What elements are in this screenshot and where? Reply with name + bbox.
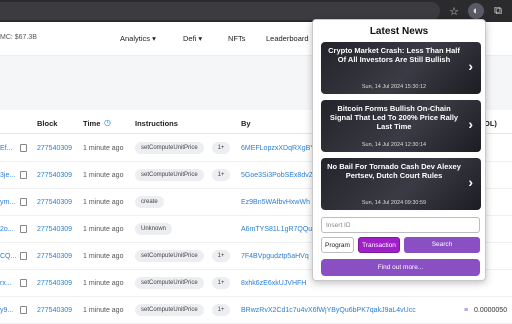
address-bar[interactable] <box>0 2 440 20</box>
instruction-badge: setComputeUnitPrice <box>135 169 204 181</box>
nav-defi[interactable]: Defi ▾ <box>183 34 202 43</box>
news-date: Sun, 14 Jul 2024 12:30:14 <box>361 142 427 148</box>
copy-icon[interactable] <box>20 171 27 179</box>
more-instructions-badge[interactable]: 1+ <box>212 169 230 181</box>
signer-link[interactable]: 5Goe3Si3PobSEx8dvZ <box>241 172 313 179</box>
signature-link[interactable]: rx... <box>0 280 12 287</box>
signer-link[interactable]: 8xhk6zE6xkUJVHFH <box>241 280 306 287</box>
signature-link[interactable]: 3je... <box>0 172 15 179</box>
search-button[interactable]: Search <box>404 237 480 253</box>
copy-icon[interactable] <box>20 306 27 314</box>
block-link[interactable]: 277540309 <box>37 172 72 179</box>
program-button[interactable]: Program <box>321 237 354 253</box>
instruction-badge: setComputeUnitPrice <box>135 277 204 289</box>
chevron-right-icon: › <box>468 174 473 190</box>
news-title: No Bail For Tornado Cash Dev Alexey Pert… <box>327 162 461 180</box>
time-ago: 1 minute ago <box>83 172 124 179</box>
chevron-right-icon: › <box>468 58 473 74</box>
market-cap: MC: $67.3B <box>0 34 37 41</box>
instruction-badge: setComputeUnitPrice <box>135 250 204 262</box>
news-card[interactable]: Bitcoin Forms Bullish On-Chain Signal Th… <box>321 100 481 152</box>
popup-title: Latest News <box>369 26 429 37</box>
signer-link[interactable]: 7F4BVpgudztp5aHVq <box>241 253 309 260</box>
copy-icon[interactable] <box>20 144 27 152</box>
more-instructions-badge[interactable]: 1+ <box>212 304 230 316</box>
signer-link[interactable]: 6MEFLopzxXDqRXgBY <box>241 145 315 152</box>
time-ago: 1 minute ago <box>83 226 124 233</box>
news-title: Crypto Market Crash: Less Than Half Of A… <box>328 46 460 64</box>
news-title: Bitcoin Forms Bullish On-Chain Signal Th… <box>329 104 459 131</box>
more-instructions-badge[interactable]: 1+ <box>212 250 230 262</box>
instruction-badge: create <box>135 196 164 208</box>
copy-icon[interactable] <box>20 252 27 260</box>
block-link[interactable]: 277540309 <box>37 253 72 260</box>
find-out-more-button[interactable]: Find out more... <box>321 259 480 276</box>
news-popup: Latest News Crypto Market Crash: Less Th… <box>312 19 486 281</box>
signer-link[interactable]: Ez9Bn5WAfbvHxwWh <box>241 199 310 206</box>
news-card[interactable]: No Bail For Tornado Cash Dev Alexey Pert… <box>321 158 481 210</box>
block-link[interactable]: 277540309 <box>37 145 72 152</box>
copy-icon[interactable] <box>20 225 27 233</box>
block-link[interactable]: 277540309 <box>37 280 72 287</box>
instruction-badge: setComputeUnitPrice <box>135 142 204 154</box>
header-by: By <box>241 119 251 128</box>
instruction-badge: setComputeUnitPrice <box>135 304 204 316</box>
more-instructions-badge[interactable]: 1+ <box>212 277 230 289</box>
news-date: Sun, 14 Jul 2024 15:30:12 <box>361 84 427 90</box>
news-date: Sun, 14 Jul 2024 09:30:59 <box>361 200 427 206</box>
amount: 0.0000050 <box>474 307 508 314</box>
time-ago: 1 minute ago <box>83 199 124 206</box>
time-ago: 1 minute ago <box>83 307 124 314</box>
news-extension-icon[interactable]: ◐ <box>468 3 484 19</box>
news-card[interactable]: Crypto Market Crash: Less Than Half Of A… <box>321 42 481 94</box>
chevron-right-icon: › <box>468 116 473 132</box>
signature-link[interactable]: ym... <box>0 199 15 206</box>
signature-link[interactable]: Ef... <box>0 145 12 152</box>
signer-link[interactable]: A6mTYS81L1gR7QQu <box>241 226 312 233</box>
time-ago: 1 minute ago <box>83 280 124 287</box>
transaction-button[interactable]: Transaction <box>358 237 400 253</box>
block-link[interactable]: 277540309 <box>37 226 72 233</box>
signer-link[interactable]: BRwzRvX2Cd1c7u4vX6fWjYByQu6bPK7qakJ9aL4v… <box>241 307 416 314</box>
header-block: Block <box>37 119 58 128</box>
signature-link[interactable]: CQ... <box>0 253 16 260</box>
header-time: Time <box>83 119 101 128</box>
nav-analytics[interactable]: Analytics ▾ <box>120 34 156 43</box>
nav-leaderboard[interactable]: Leaderboard <box>266 34 309 43</box>
instruction-badge: Unknown <box>135 223 173 235</box>
signature-link[interactable]: 2o... <box>0 226 14 233</box>
id-input[interactable] <box>321 217 480 233</box>
block-link[interactable]: 277540309 <box>37 199 72 206</box>
copy-icon[interactable] <box>20 198 27 206</box>
more-instructions-badge[interactable]: 1+ <box>212 142 230 154</box>
copy-icon[interactable] <box>20 279 27 287</box>
block-link[interactable]: 277540309 <box>37 307 72 314</box>
header-instructions: Instructions <box>135 119 178 128</box>
time-ago: 1 minute ago <box>83 145 124 152</box>
signature-link[interactable]: y9... <box>0 307 13 314</box>
time-ago: 1 minute ago <box>83 253 124 260</box>
clock-icon[interactable]: ◷ <box>104 118 111 127</box>
nav-nfts[interactable]: NFTs <box>228 34 246 43</box>
star-icon[interactable]: ☆ <box>446 3 462 19</box>
extensions-icon[interactable]: ⧉ <box>490 3 506 19</box>
sol-icon: ≡ <box>464 307 469 314</box>
